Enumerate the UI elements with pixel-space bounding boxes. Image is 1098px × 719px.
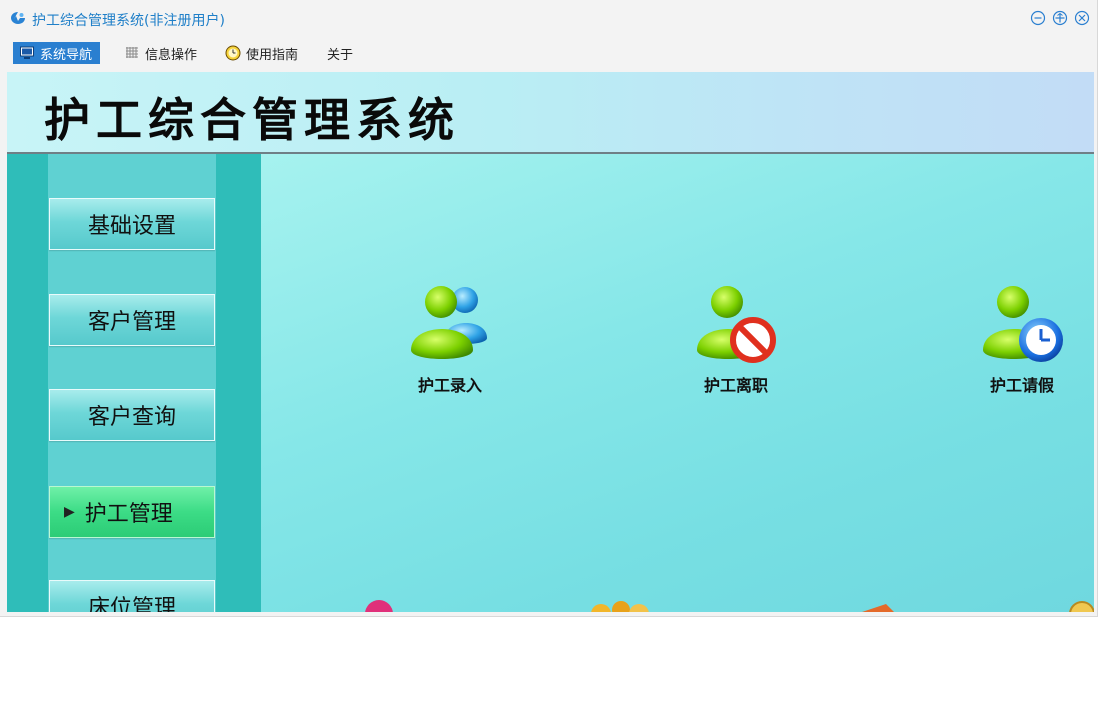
menu-item-label: 关于 [327,47,354,63]
sidebar: 基础设置 客户管理 客户查询 ▶ 护工管理 床位管理 [7,154,261,612]
tile-label: 护工录入 [417,376,482,395]
tile-caregiver-leave[interactable]: 护工请假 [962,280,1082,396]
sidebar-item-customer-query[interactable]: 客户查询 [49,389,215,441]
sidebar-item-label: 护工管理 [84,502,173,527]
grid-icon [126,47,138,58]
maximize-icon[interactable] [1052,10,1068,26]
pink-person-icon [365,600,393,612]
menu-bar: 系统导航 信息操作 使用指南 关于 [0,40,1097,68]
minimize-icon[interactable] [1030,10,1046,26]
sidebar-item-bed-management[interactable]: 床位管理 [49,580,215,612]
gold-coins-icon [591,601,649,612]
menu-item-info-ops[interactable]: 信息操作 [124,42,197,64]
main-content: 护工录入 护工离职 护工请假 [261,154,1094,612]
tile-caregiver-entry[interactable]: 护工录入 [390,280,510,396]
tile-label: 护工离职 [703,376,768,395]
title-bar: 护工综合管理系统(非注册用户) [0,0,1097,36]
sidebar-item-caregiver-management[interactable]: ▶ 护工管理 [49,486,215,538]
window-title: 护工综合管理系统(非注册用户) [32,13,225,29]
monitor-icon [20,46,34,59]
user-forbidden-icon [697,286,776,363]
tile-label: 护工请假 [989,376,1054,395]
sidebar-item-label: 客户管理 [87,310,176,335]
menu-item-label: 使用指南 [246,47,299,63]
menu-item-system-nav[interactable]: 系统导航 [13,42,101,64]
menu-item-label: 信息操作 [145,47,198,63]
header-banner: 护工综合管理系统 [7,72,1094,152]
sidebar-item-customer-management[interactable]: 客户管理 [49,294,215,346]
sidebar-item-label: 客户查询 [87,405,176,430]
banner-title: 护工综合管理系统 [44,93,460,147]
user-clock-icon [983,286,1063,362]
menu-item-user-guide[interactable]: 使用指南 [225,42,298,64]
gold-clock-icon [1069,601,1094,612]
users-icon [411,286,487,359]
close-icon[interactable] [1074,10,1090,26]
app-logo-icon [11,12,25,24]
clock-icon [225,45,241,61]
menu-item-label: 系统导航 [40,47,93,63]
sidebar-item-basic-settings[interactable]: 基础设置 [49,198,215,250]
active-arrow-icon: ▶ [64,504,75,520]
orange-document-icon [862,604,894,612]
tile-caregiver-resignation[interactable]: 护工离职 [676,280,796,396]
sidebar-item-label: 床位管理 [87,596,176,612]
menu-item-about[interactable]: 关于 [327,42,353,64]
sidebar-item-label: 基础设置 [87,214,176,239]
app-window: 护工综合管理系统(非注册用户) 系统导航 信息操作 使用指南 关于 护工综合管理… [0,0,1098,617]
